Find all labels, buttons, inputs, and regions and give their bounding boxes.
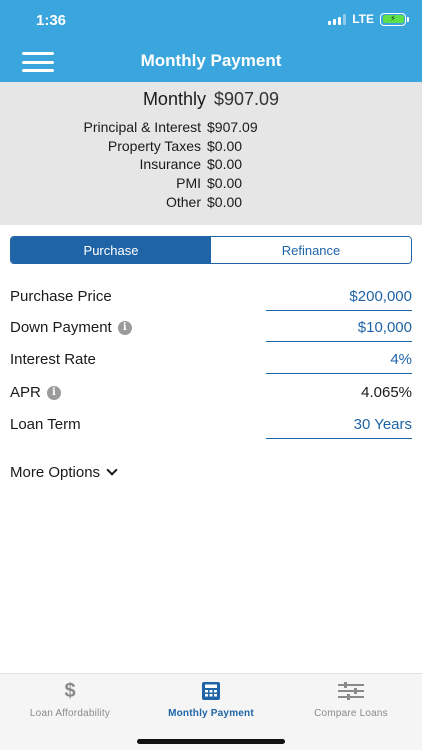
more-options-toggle[interactable]: More Options [10,464,118,481]
chevron-down-icon [106,464,118,476]
page-title: Monthly Payment [140,51,282,70]
purchase-price-input[interactable]: $200,000 [349,288,412,305]
tab-compare-loans[interactable]: Compare Loans [281,680,421,724]
breakdown-row: PMI $0.00 [0,174,422,193]
apr-label-text: APR [10,384,41,401]
sliders-icon [338,680,364,702]
interest-rate-label-text: Interest Rate [10,351,96,368]
app-header: 1:36 LTE ⚡ Monthly Payment [0,0,422,82]
apr-value: 4.065% [361,384,412,401]
status-indicators: LTE ⚡ [328,12,409,26]
info-icon[interactable]: i [117,320,132,335]
dollar-icon: $ [64,680,76,702]
battery-icon: ⚡ [380,12,409,26]
payment-summary: Monthly $907.09 Principal & Interest $907.… [0,82,422,225]
signal-icon [328,13,347,25]
refinance-segment[interactable]: Refinance [211,237,411,263]
tab-monthly-payment[interactable]: Monthly Payment [141,680,281,724]
apr-label: APR i [10,384,61,401]
breakdown-row: Principal & Interest $907.09 [0,118,422,137]
tab-loan-affordability[interactable]: $ Loan Affordability [0,680,140,724]
more-options-label: More Options [10,464,101,481]
down-payment-underline [266,341,412,342]
breakdown-row: Insurance $0.00 [0,155,422,174]
interest-rate-underline [266,373,412,374]
monthly-value: $907.09 [213,89,280,109]
breakdown-row: Other $0.00 [0,192,422,211]
down-payment-label: Down Payment i [10,319,132,336]
info-icon[interactable]: i [46,385,61,400]
loan-term-row: Loan Term 30 Years [0,410,422,442]
breakdown-label: Insurance [139,156,201,173]
network-label: LTE [352,12,374,26]
breakdown-row: Property Taxes $0.00 [0,137,422,156]
breakdown-label: Property Taxes [107,137,201,154]
breakdown-label: Other [165,193,201,210]
apr-row: APR i 4.065% [0,378,422,410]
tab-label: Loan Affordability [29,708,111,719]
calculator-icon [201,680,221,702]
status-time: 1:36 [36,12,67,29]
loan-type-segmented-control: Purchase Refinance [10,236,412,264]
breakdown-label: Principal & Interest [83,119,202,136]
breakdown-label: PMI [176,175,201,192]
down-payment-label-text: Down Payment [10,319,112,336]
monthly-total: Monthly $907.09 [0,89,422,110]
interest-rate-row: Interest Rate 4% [0,345,422,377]
home-indicator [137,739,285,744]
payment-breakdown: Principal & Interest $907.09 Property Tax… [0,118,422,211]
purchase-price-underline [266,310,412,311]
loan-term-underline [266,438,412,439]
down-payment-input[interactable]: $10,000 [358,319,412,336]
interest-rate-label: Interest Rate [10,351,96,368]
down-payment-row: Down Payment i $10,000 [0,313,422,345]
breakdown-value: $0.00 [207,193,243,210]
tab-label: Monthly Payment [168,708,254,719]
purchase-price-label-text: Purchase Price [10,288,112,305]
loan-term-label-text: Loan Term [10,416,81,433]
purchase-price-label: Purchase Price [10,288,112,305]
breakdown-value: $0.00 [207,137,243,154]
monthly-label: Monthly [142,89,206,109]
breakdown-value: $907.09 [207,119,258,136]
tab-label: Compare Loans [314,708,388,719]
purchase-segment[interactable]: Purchase [11,237,211,263]
breakdown-value: $0.00 [207,156,243,173]
loan-term-select[interactable]: 30 Years [354,416,412,433]
loan-term-label: Loan Term [10,416,81,433]
interest-rate-input[interactable]: 4% [390,351,412,368]
breakdown-value: $0.00 [207,175,243,192]
purchase-price-row: Purchase Price $200,000 [0,282,422,314]
